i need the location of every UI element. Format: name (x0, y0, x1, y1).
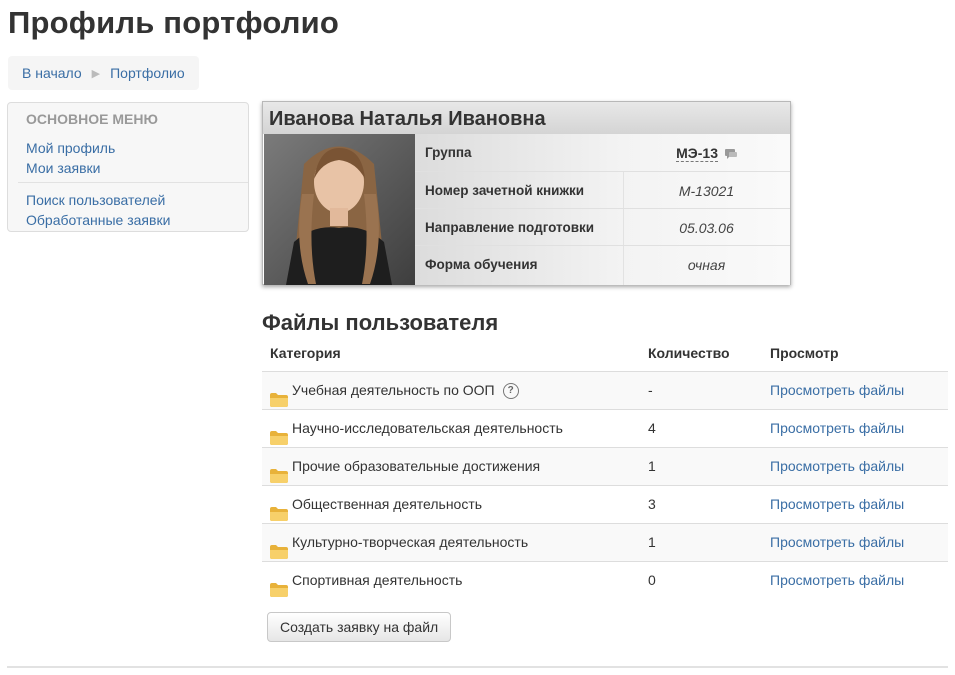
field-label: Направление подготовки (425, 220, 595, 235)
folder-icon (270, 574, 288, 597)
files-section-title: Файлы пользователя (262, 310, 499, 335)
profile-card: Иванова Наталья Ивановна Группа МЭ-13 Но… (262, 101, 791, 285)
table-row: Спортивная деятельность 0 Просмотреть файл… (262, 561, 948, 599)
file-count: 1 (648, 534, 656, 550)
breadcrumb-home[interactable]: В начало (22, 65, 82, 81)
category-name: Общественная деятельность (292, 496, 483, 512)
avatar (264, 134, 415, 285)
field-label: Группа (425, 145, 472, 160)
table-header: Категория Количество Просмотр (262, 335, 948, 371)
field-value: М-13021 (678, 183, 735, 199)
folder-icon (270, 498, 288, 521)
view-files-link[interactable]: Просмотреть файлы (770, 562, 904, 599)
file-count: 0 (648, 572, 656, 588)
column-header-category: Категория (270, 345, 341, 361)
view-files-link[interactable]: Просмотреть файлы (770, 524, 904, 561)
files-table: Категория Количество Просмотр Учебная де… (262, 335, 948, 599)
category-name: Культурно-творческая деятельность (292, 534, 529, 550)
profile-row-record-book: Номер зачетной книжки М-13021 (415, 171, 790, 209)
profile-row-direction: Направление подготовки 05.03.06 (415, 208, 790, 246)
file-count: 3 (648, 496, 656, 512)
field-label: Номер зачетной книжки (425, 183, 585, 198)
table-row: Культурно-творческая деятельность 1 Просмо… (262, 523, 948, 561)
sidebar-item-my-requests[interactable]: Мои заявки (26, 160, 100, 176)
triangle-right-icon: ▶ (91, 67, 101, 80)
file-count: - (648, 382, 653, 398)
sidebar-item-my-profile[interactable]: Мой профиль (26, 140, 115, 156)
field-value: очная (687, 257, 726, 273)
category-name: Научно-исследовательская деятельность (292, 420, 563, 436)
column-header-count: Количество (648, 345, 730, 361)
sidebar-item-processed-requests[interactable]: Обработанные заявки (26, 212, 170, 228)
main-menu: ОСНОВНОЕ МЕНЮ Мой профиль Мои заявки Пои… (7, 102, 249, 232)
category-name: Спортивная деятельность (292, 572, 463, 588)
profile-row-group: Группа МЭ-13 (415, 134, 790, 171)
category-name: Прочие образовательные достижения (292, 458, 541, 474)
main-menu-heading: ОСНОВНОЕ МЕНЮ (26, 111, 158, 127)
table-row: Общественная деятельность 3 Просмотреть фа… (262, 485, 948, 523)
table-row: Учебная деятельность по ООП? - Просмотреть… (262, 371, 948, 409)
sidebar-item-user-search[interactable]: Поиск пользователей (26, 192, 165, 208)
group-link[interactable]: МЭ-13 (676, 145, 718, 162)
category-name: Учебная деятельность по ООП (292, 382, 495, 398)
folder-icon (270, 422, 288, 445)
table-row: Прочие образовательные достижения 1 Просмо… (262, 447, 948, 485)
table-row: Научно-исследовательская деятельность 4 Пр… (262, 409, 948, 447)
profile-photo (264, 134, 415, 285)
chat-icon (724, 148, 737, 159)
file-count: 1 (648, 458, 656, 474)
file-count: 4 (648, 420, 656, 436)
view-files-link[interactable]: Просмотреть файлы (770, 372, 904, 409)
help-icon[interactable]: ? (502, 382, 519, 399)
view-files-link[interactable]: Просмотреть файлы (770, 448, 904, 485)
page-title: Профиль портфолио (8, 5, 340, 40)
profile-row-study-form: Форма обучения очная (415, 245, 790, 285)
field-label: Форма обучения (425, 257, 538, 272)
field-value: 05.03.06 (679, 220, 734, 236)
view-files-link[interactable]: Просмотреть файлы (770, 486, 904, 523)
folder-icon (270, 536, 288, 559)
create-file-request-button[interactable]: Создать заявку на файл (267, 612, 452, 642)
breadcrumb: В начало ▶ Портфолио (8, 56, 199, 90)
folder-icon (270, 460, 288, 483)
column-header-view: Просмотр (770, 345, 839, 361)
folder-icon (270, 384, 288, 407)
footer-divider (7, 666, 948, 668)
view-files-link[interactable]: Просмотреть файлы (770, 410, 904, 447)
sidebar-divider (18, 182, 248, 183)
profile-name: Иванова Наталья Ивановна (263, 102, 790, 134)
breadcrumb-portfolio[interactable]: Портфолио (110, 65, 185, 81)
